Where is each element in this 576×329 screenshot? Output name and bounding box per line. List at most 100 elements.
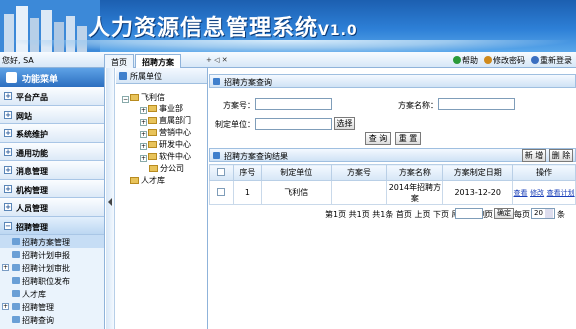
tree-node-marketing[interactable]: + 营销中心 [140,127,191,138]
folder-icon [148,129,157,136]
page-icon [12,251,20,258]
top-links: 帮助 修改密码 重新登录 [453,55,572,66]
row-select[interactable] [209,180,234,205]
menu-icon [6,72,17,83]
expand-icon: + [2,264,9,271]
expand-icon: + [4,166,12,174]
goto-page-input[interactable] [455,208,483,219]
app-version: V1.0 [318,23,358,39]
collapse-arrow-icon[interactable] [108,198,112,206]
menu-item-website[interactable]: + 网站 [0,105,104,124]
select-all-header[interactable] [209,164,234,181]
left-menu: 功能菜单 + 平台产品 + 网站 + 系统维护 + 通用功能 + 消息管理 + 机构管理 +… [0,68,105,329]
help-link[interactable]: 帮助 [453,55,478,66]
help-icon [453,56,461,64]
tree-node-software[interactable]: + 软件中心 [140,151,191,162]
plan-no-input[interactable] [255,98,332,110]
view-link[interactable]: 查看 [514,189,528,197]
results-section-title: 招聘方案查询结果 [224,152,288,161]
menu-title: 功能菜单 [22,75,59,85]
cell-plan-no [330,180,388,205]
menu-header: 功能菜单 [0,68,104,87]
cell-date: 2013-12-20 [442,180,514,205]
submenu-label: 招聘管理 [22,303,54,312]
select-all-checkbox[interactable] [217,167,226,176]
menu-item-messages[interactable]: + 消息管理 [0,161,104,180]
expand-icon: + [4,129,12,137]
collapse-icon[interactable]: − [122,96,129,103]
menu-item-label: 网站 [16,111,32,121]
view-plan-link[interactable]: 查看计划 [547,189,575,197]
col-plan-name: 方案名称 [386,164,444,181]
submenu-recruit-query[interactable]: 招聘查询 [0,313,104,326]
key-icon [484,56,492,64]
unit-input[interactable] [255,118,332,130]
menu-item-label: 系统维护 [16,130,48,139]
query-button[interactable]: 查 询 [365,132,391,145]
menu-item-common[interactable]: + 通用功能 [0,142,104,161]
menu-item-label: 平台产品 [16,93,48,102]
submenu-plan-apply[interactable]: 招聘计划申报 [0,248,104,261]
menu-item-recruitment[interactable]: − 招聘管理 [0,216,104,235]
app-title: 人力资源信息管理系统V1.0 [88,10,358,42]
expand-icon[interactable]: + [140,155,147,162]
relogin-label: 重新登录 [540,56,572,65]
expand-icon: + [4,110,12,119]
banner-wave [0,40,576,52]
tab-controls[interactable]: + ◁ ✕ [206,56,228,64]
submenu-talent[interactable]: 人才库 [0,287,104,300]
menu-item-system[interactable]: + 系统维护 [0,124,104,143]
tree-node-rnd[interactable]: + 研发中心 [140,139,191,150]
tree-node-root[interactable]: − 飞利信 [122,92,165,103]
tab-home[interactable]: 首页 [104,54,134,68]
tree-node-division[interactable]: + 事业部 [140,103,183,114]
plan-name-label: 方案名称： [398,101,438,110]
cell-index: 1 [232,180,262,205]
tree-node-branch[interactable]: 分公司 [149,163,184,174]
section-icon [213,152,220,159]
reset-button[interactable]: 重 置 [395,132,421,145]
expand-icon[interactable]: + [140,143,147,150]
menu-item-personnel[interactable]: + 人员管理 [0,198,104,217]
results-section-header: 招聘方案查询结果 [209,148,576,162]
expand-icon[interactable]: + [140,107,147,114]
submenu-plan-approve[interactable]: + 招聘计划审批 [0,261,104,274]
collapse-icon: − [4,221,12,230]
menu-item-label: 机构管理 [16,185,48,195]
plan-name-input[interactable] [438,98,515,110]
menu-item-org[interactable]: + 机构管理 [0,179,104,198]
sidebar-collapse-bar[interactable] [106,68,115,329]
goto-page-unit: 页 [485,210,493,219]
submenu-recruit-plan[interactable]: 招聘方案管理 [0,235,104,248]
expand-icon[interactable]: + [140,131,147,138]
delete-button[interactable]: 删 除 [549,149,573,162]
goto-confirm-button[interactable]: 确定 [494,208,514,219]
relogin-link[interactable]: 重新登录 [531,55,572,66]
expand-icon[interactable]: + [140,119,147,126]
tree-node-direct[interactable]: + 直属部门 [140,115,191,126]
folder-icon [148,117,157,124]
menu-item-platform[interactable]: + 平台产品 [0,87,104,106]
page-icon [12,303,20,310]
add-button[interactable]: 新 增 [522,149,546,162]
row-checkbox[interactable] [217,187,226,196]
submenu-job-post[interactable]: 招聘职位发布 [0,274,104,287]
page-icon [12,316,20,323]
select-unit-button[interactable]: 选择 [334,117,355,130]
tab-recruit-plan[interactable]: 招聘方案 [135,54,181,68]
table-header-row: 序号 制定单位 方案号 方案名称 方案制定日期 操作 [209,164,576,181]
submenu-label: 人才库 [22,290,46,299]
change-password-link[interactable]: 修改密码 [484,55,525,66]
edit-link[interactable]: 修改 [530,189,544,197]
cell-ops: 查看 修改 查看计划 [512,180,576,205]
expand-icon: + [2,303,9,310]
cell-plan-name: 2014年招聘方案 [386,180,444,205]
folder-icon [130,177,139,184]
per-page-select[interactable]: 20 [531,208,555,219]
tree-node-talent[interactable]: 人才库 [130,175,165,186]
change-password-label: 修改密码 [493,56,525,65]
submenu-recruit-manage[interactable]: + 招聘管理 [0,300,104,313]
folder-icon [148,105,157,112]
expand-icon: + [4,203,12,211]
folder-icon [148,153,157,160]
